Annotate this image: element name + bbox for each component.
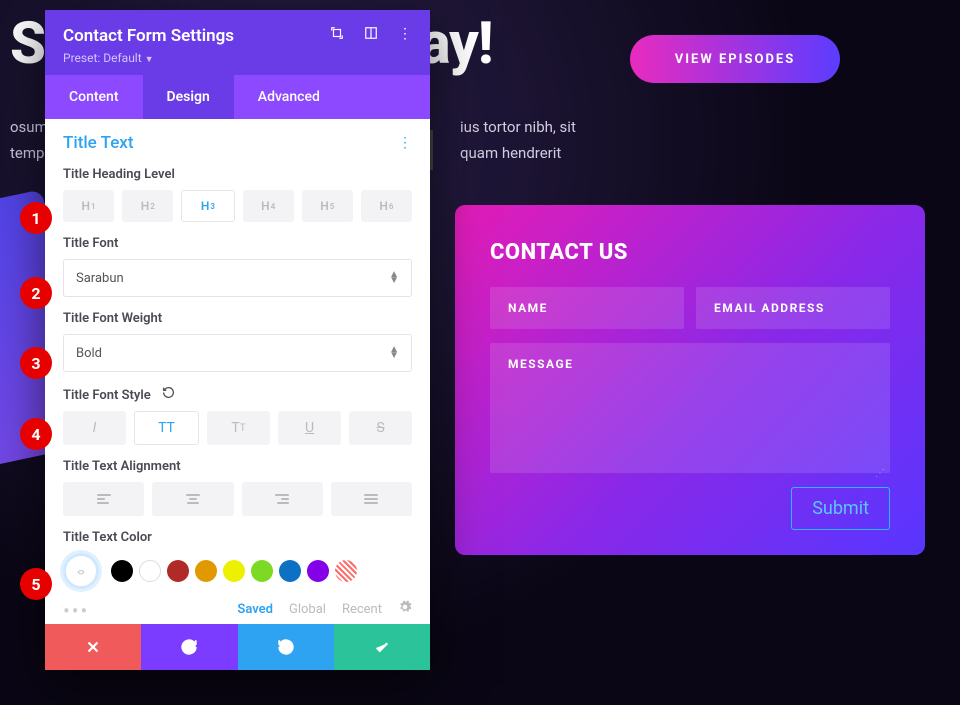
name-field[interactable]: NAME bbox=[490, 287, 684, 329]
font-select[interactable]: Sarabun ▲▼ bbox=[63, 259, 412, 297]
color-swatch[interactable] bbox=[223, 560, 245, 582]
heading-level-label: Title Heading Level bbox=[63, 167, 412, 182]
tab-advanced[interactable]: Advanced bbox=[234, 75, 344, 119]
panel-header: Contact Form Settings ⋮ Preset: Default … bbox=[45, 10, 430, 75]
color-swatch[interactable] bbox=[111, 560, 133, 582]
text-color-label: Title Text Color bbox=[63, 530, 412, 545]
panel-body: Title Text ⋮ Title Heading Level H1 H2 H… bbox=[45, 119, 430, 624]
align-right-button[interactable] bbox=[242, 482, 323, 516]
annotation-marker-1: 1 bbox=[20, 202, 52, 234]
smallcaps-button[interactable]: TT bbox=[207, 411, 270, 445]
alignment-buttons bbox=[63, 482, 412, 516]
color-swatch[interactable] bbox=[139, 560, 161, 582]
view-episodes-button[interactable]: VIEW EPISODES bbox=[630, 35, 840, 83]
message-field[interactable]: MESSAGE bbox=[490, 343, 890, 473]
italic-button[interactable]: I bbox=[63, 411, 126, 445]
layout-icon[interactable] bbox=[364, 26, 378, 44]
panel-tabs: Content Design Advanced bbox=[45, 75, 430, 119]
color-swatch[interactable] bbox=[167, 560, 189, 582]
h4-button[interactable]: H4 bbox=[243, 190, 294, 222]
color-swatch[interactable] bbox=[307, 560, 329, 582]
contact-title: CONTACT US bbox=[490, 240, 890, 265]
recent-colors-tab[interactable]: Recent bbox=[342, 602, 382, 617]
annotation-marker-3: 3 bbox=[20, 347, 52, 379]
section-options-icon[interactable]: ⋮ bbox=[398, 135, 412, 151]
email-field[interactable]: EMAIL ADDRESS bbox=[696, 287, 890, 329]
resize-handle-icon[interactable]: ⋰ bbox=[875, 468, 885, 479]
align-center-button[interactable] bbox=[152, 482, 233, 516]
strikethrough-button[interactable]: S bbox=[349, 411, 412, 445]
annotation-marker-2: 2 bbox=[20, 277, 52, 309]
undo-button[interactable] bbox=[141, 624, 237, 670]
annotation-marker-5: 5 bbox=[20, 568, 52, 600]
expand-icon[interactable] bbox=[330, 26, 344, 44]
align-justify-button[interactable] bbox=[331, 482, 412, 516]
annotation-marker-4: 4 bbox=[20, 418, 52, 450]
color-none-swatch[interactable] bbox=[335, 560, 357, 582]
color-swatch[interactable] bbox=[195, 560, 217, 582]
uppercase-button[interactable]: TT bbox=[134, 411, 199, 445]
more-options-icon[interactable]: ••• bbox=[63, 599, 89, 623]
global-colors-tab[interactable]: Global bbox=[289, 602, 326, 617]
weight-select[interactable]: Bold ▲▼ bbox=[63, 334, 412, 372]
contact-form-preview: CONTACT US NAME EMAIL ADDRESS MESSAGE ⋰ … bbox=[455, 205, 925, 555]
h6-button[interactable]: H6 bbox=[361, 190, 412, 222]
select-arrows-icon: ▲▼ bbox=[389, 272, 399, 284]
underline-button[interactable]: U bbox=[278, 411, 341, 445]
h5-button[interactable]: H5 bbox=[302, 190, 353, 222]
cancel-button[interactable] bbox=[45, 624, 141, 670]
gear-icon[interactable] bbox=[398, 600, 412, 618]
section-title[interactable]: Title Text bbox=[63, 133, 134, 153]
save-button[interactable] bbox=[334, 624, 430, 670]
redo-button[interactable] bbox=[238, 624, 334, 670]
align-left-button[interactable] bbox=[63, 482, 144, 516]
current-color-button[interactable] bbox=[63, 553, 99, 589]
more-icon[interactable]: ⋮ bbox=[398, 26, 412, 44]
h2-button[interactable]: H2 bbox=[122, 190, 173, 222]
saved-colors-tab[interactable]: Saved bbox=[237, 602, 273, 617]
tab-design[interactable]: Design bbox=[143, 75, 234, 119]
submit-button[interactable]: Submit bbox=[791, 487, 890, 530]
panel-title: Contact Form Settings bbox=[63, 26, 234, 46]
h3-button[interactable]: H3 bbox=[181, 190, 234, 222]
color-swatches bbox=[63, 553, 412, 589]
panel-footer bbox=[45, 624, 430, 670]
weight-label: Title Font Weight bbox=[63, 311, 412, 326]
font-label: Title Font bbox=[63, 236, 412, 251]
font-style-buttons: I TT TT U S bbox=[63, 411, 412, 445]
reset-icon[interactable] bbox=[162, 386, 175, 399]
style-label: Title Font Style bbox=[63, 386, 412, 403]
select-arrows-icon: ▲▼ bbox=[389, 347, 399, 359]
alignment-label: Title Text Alignment bbox=[63, 459, 412, 474]
tab-content[interactable]: Content bbox=[45, 75, 143, 119]
heading-level-buttons: H1 H2 H3 H4 H5 H6 bbox=[63, 190, 412, 222]
color-swatch[interactable] bbox=[279, 560, 301, 582]
preset-selector[interactable]: Preset: Default ▼ bbox=[63, 51, 412, 65]
h1-button[interactable]: H1 bbox=[63, 190, 114, 222]
color-swatch[interactable] bbox=[251, 560, 273, 582]
settings-panel: Contact Form Settings ⋮ Preset: Default … bbox=[45, 10, 430, 670]
